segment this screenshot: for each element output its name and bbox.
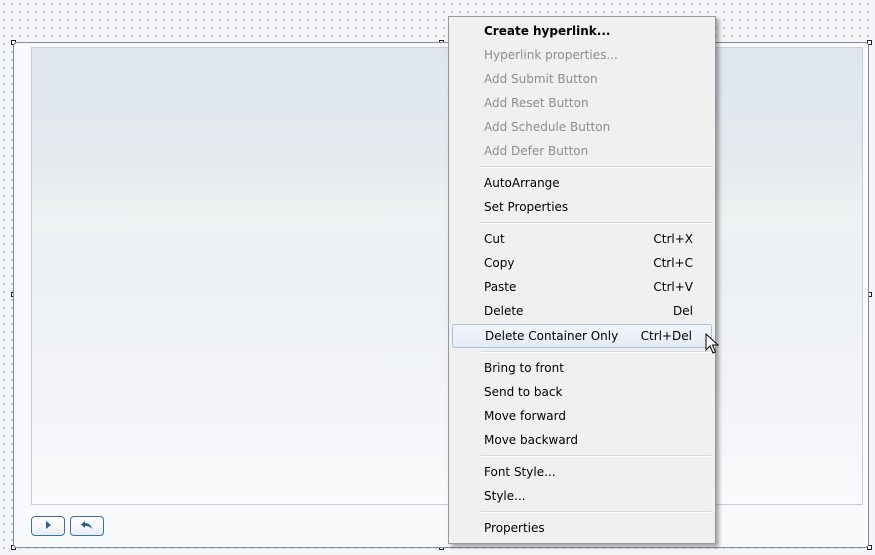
mouse-cursor-icon bbox=[705, 332, 720, 358]
undo-arrow-icon bbox=[80, 519, 94, 534]
menu-item-label: Send to back bbox=[484, 385, 563, 399]
menu-item-label: Add Reset Button bbox=[484, 96, 589, 110]
menu-separator bbox=[481, 351, 711, 353]
menu-item-bring-to-front[interactable]: Bring to front bbox=[451, 356, 713, 380]
menu-item-shortcut: Ctrl+C bbox=[653, 256, 693, 270]
play-button[interactable] bbox=[31, 516, 65, 536]
form-container[interactable] bbox=[13, 42, 869, 548]
menu-item-style[interactable]: Style... bbox=[451, 484, 713, 508]
menu-item-label: Copy bbox=[484, 256, 515, 270]
menu-item-label: Bring to front bbox=[484, 361, 564, 375]
menu-item-shortcut: Ctrl+V bbox=[653, 280, 693, 294]
menu-item-label: Hyperlink properties... bbox=[484, 48, 618, 62]
menu-separator bbox=[481, 166, 711, 168]
menu-item-properties[interactable]: Properties bbox=[451, 516, 713, 540]
menu-item-label: Add Submit Button bbox=[484, 72, 598, 86]
menu-item-paste[interactable]: Paste Ctrl+V bbox=[451, 275, 713, 299]
content-area[interactable] bbox=[31, 47, 863, 505]
menu-item-autoarrange[interactable]: AutoArrange bbox=[451, 171, 713, 195]
menu-item-add-reset-button: Add Reset Button bbox=[451, 91, 713, 115]
menu-item-shortcut: Ctrl+X bbox=[653, 232, 693, 246]
menu-item-copy[interactable]: Copy Ctrl+C bbox=[451, 251, 713, 275]
menu-item-hyperlink-properties: Hyperlink properties... bbox=[451, 43, 713, 67]
menu-item-label: Delete bbox=[484, 304, 524, 318]
menu-item-label: Paste bbox=[484, 280, 517, 294]
menu-item-delete-container-only[interactable]: Delete Container Only Ctrl+Del bbox=[452, 324, 712, 348]
menu-item-label: Delete Container Only bbox=[485, 329, 619, 343]
menu-item-move-backward[interactable]: Move backward bbox=[451, 428, 713, 452]
menu-item-label: Move forward bbox=[484, 409, 567, 423]
menu-item-label: Font Style... bbox=[484, 465, 556, 479]
menu-item-label: Set Properties bbox=[484, 200, 569, 214]
menu-item-cut[interactable]: Cut Ctrl+X bbox=[451, 227, 713, 251]
menu-item-label: Add Schedule Button bbox=[484, 120, 611, 134]
menu-item-label: Properties bbox=[484, 521, 545, 535]
menu-item-label: Cut bbox=[484, 232, 505, 246]
context-menu: Create hyperlink... Hyperlink properties.… bbox=[448, 16, 716, 544]
menu-separator bbox=[481, 511, 711, 513]
menu-item-label: Style... bbox=[484, 489, 526, 503]
menu-item-shortcut: Ctrl+Del bbox=[640, 329, 692, 343]
menu-separator bbox=[481, 455, 711, 457]
menu-item-set-properties[interactable]: Set Properties bbox=[451, 195, 713, 219]
menu-item-font-style[interactable]: Font Style... bbox=[451, 460, 713, 484]
menu-item-label: Move backward bbox=[484, 433, 579, 447]
menu-separator bbox=[481, 222, 711, 224]
menu-item-add-schedule-button: Add Schedule Button bbox=[451, 115, 713, 139]
menu-item-add-defer-button: Add Defer Button bbox=[451, 139, 713, 163]
menu-item-add-submit-button: Add Submit Button bbox=[451, 67, 713, 91]
play-icon bbox=[43, 519, 53, 533]
undo-button[interactable] bbox=[70, 516, 104, 536]
menu-item-label: AutoArrange bbox=[484, 176, 560, 190]
menu-item-send-to-back[interactable]: Send to back bbox=[451, 380, 713, 404]
menu-item-shortcut: Del bbox=[673, 304, 693, 318]
menu-item-label: Add Defer Button bbox=[484, 144, 589, 158]
menu-item-label: Create hyperlink... bbox=[484, 24, 611, 38]
menu-item-move-forward[interactable]: Move forward bbox=[451, 404, 713, 428]
menu-item-delete[interactable]: Delete Del bbox=[451, 299, 713, 323]
menu-item-create-hyperlink[interactable]: Create hyperlink... bbox=[451, 19, 713, 43]
